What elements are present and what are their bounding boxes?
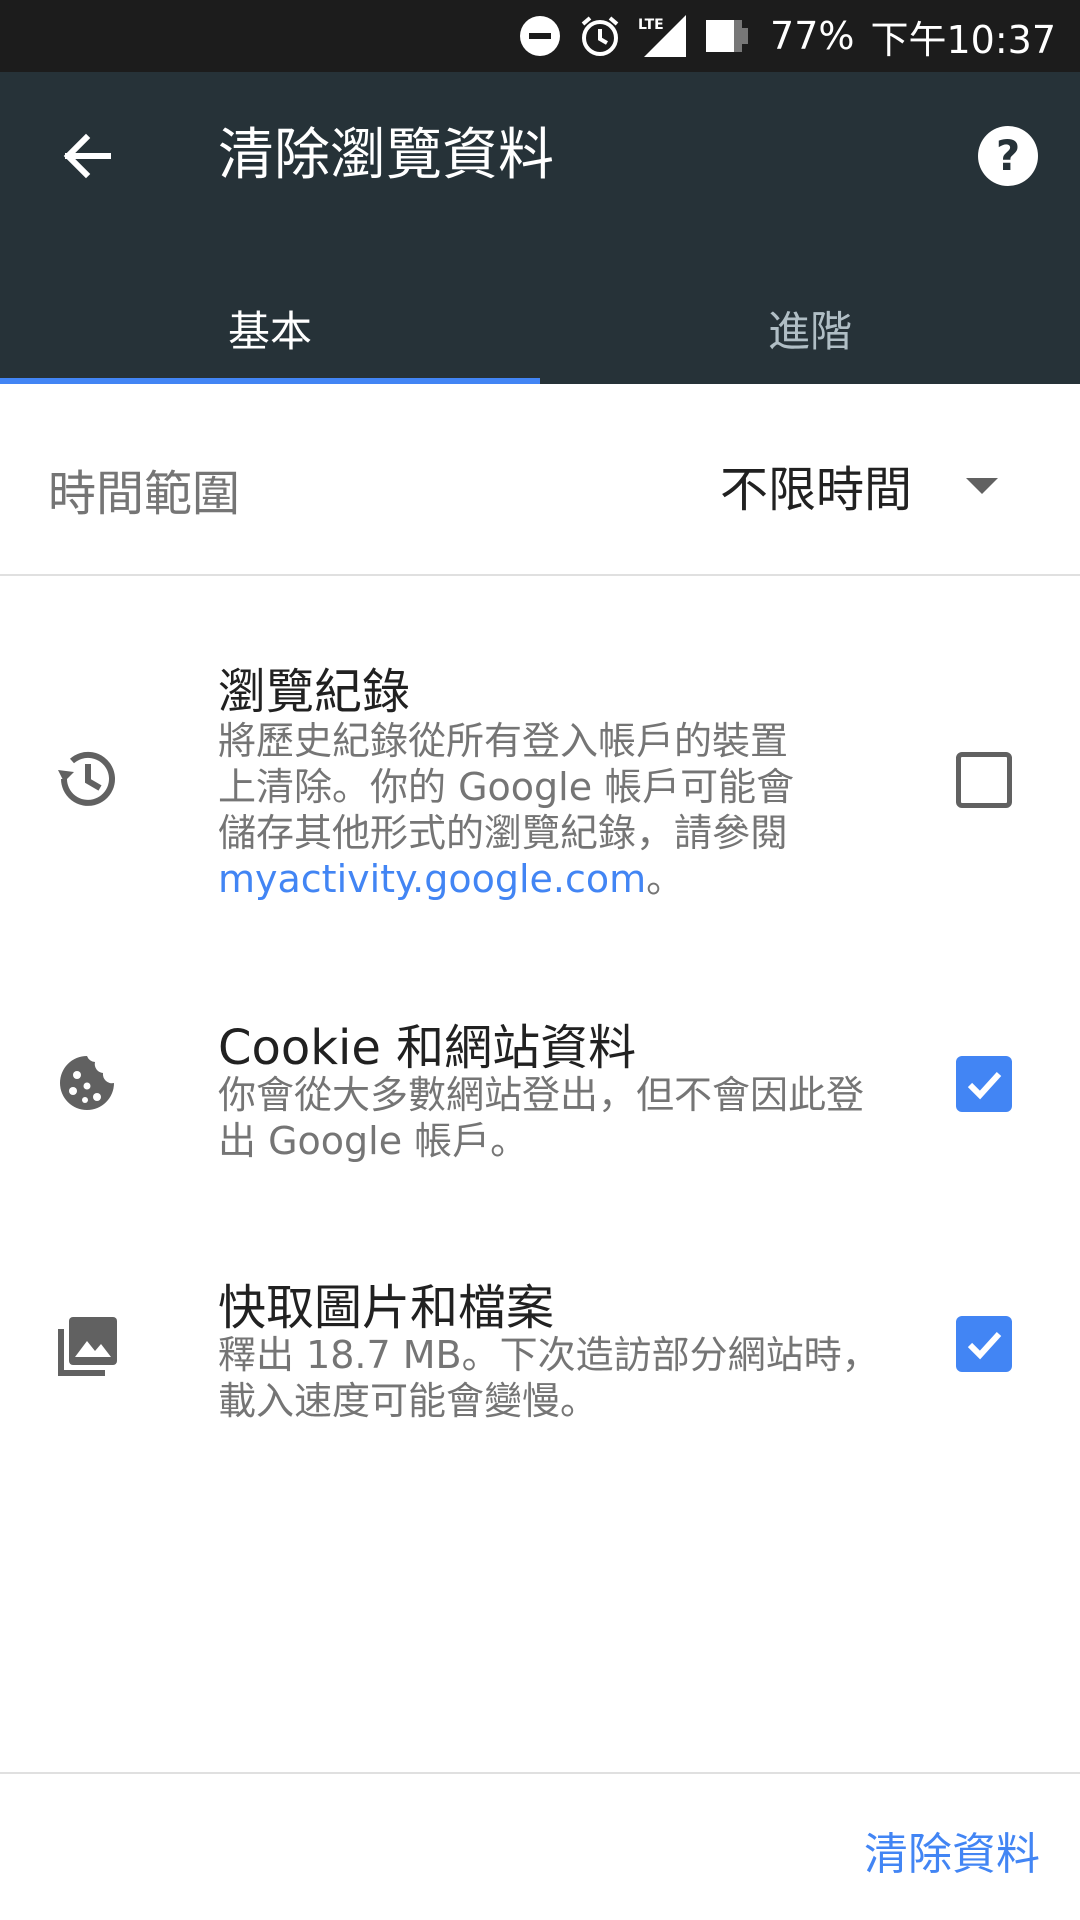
description-line: 載入速度可能會變慢。 [218,1379,599,1423]
tab-basic[interactable]: 基本 [0,272,540,384]
alarm-icon [578,14,622,58]
tab-basic-label: 基本 [227,306,312,356]
battery-icon [704,16,750,56]
clock: 下午10:37 [870,17,1056,62]
battery-percent: 77% [770,14,855,58]
dropdown-arrow-icon[interactable] [966,478,998,494]
option-description: 釋出 18.7 MB。下次造訪部分網站時， 載入速度可能會變慢。 [218,1332,898,1424]
description-line: 釋出 18.7 MB。下次造訪部分網站時， [218,1333,880,1377]
description-line: 你會從大多數網站登出，但不會因此登 [218,1073,865,1117]
arrow-back-icon[interactable] [56,126,116,186]
status-bar: LTE 77% 下午10:37 [0,0,1080,72]
option-description: 你會從大多數網站登出，但不會因此登 出 Google 帳戶。 [218,1072,898,1164]
option-title: 快取圖片和檔案 [218,1280,555,1336]
time-range-row[interactable]: 時間範圍 不限時間 [0,384,1080,576]
lte-signal-icon: LTE [638,13,688,59]
myactivity-link[interactable]: myactivity.google.com [218,857,646,901]
link-suffix: 。 [646,857,685,901]
tab-advanced-label: 進階 [767,306,852,356]
tab-advanced[interactable]: 進階 [540,272,1080,384]
browsing-history-checkbox[interactable] [956,752,1012,808]
help-icon[interactable]: ? [976,124,1040,188]
svg-text:?: ? [996,131,1020,180]
app-bar: 清除瀏覽資料 ? 基本 進階 [0,72,1080,384]
clear-data-button[interactable]: 清除資料 [864,1818,1040,1882]
description-line: 將歷史紀錄從所有登入帳戶的裝置 [218,719,789,763]
tab-bar: 基本 進階 [0,272,1080,384]
do-not-disturb-icon [518,14,562,58]
time-range-select[interactable]: 不限時間 [720,450,912,520]
cached-images-checkbox[interactable] [956,1316,1012,1372]
option-title: Cookie 和網站資料 [218,1020,637,1076]
cookie-icon [52,1048,122,1118]
option-browsing-history[interactable]: 瀏覽紀錄 將歷史紀錄從所有登入帳戶的裝置 上清除。你的 Google 帳戶可能會… [0,640,1080,940]
svg-text:LTE: LTE [638,17,664,33]
divider [0,1772,1080,1774]
option-cached-images[interactable]: 快取圖片和檔案 釋出 18.7 MB。下次造訪部分網站時， 載入速度可能會變慢。 [0,1260,1080,1460]
option-description: 將歷史紀錄從所有登入帳戶的裝置 上清除。你的 Google 帳戶可能會 儲存其他… [218,718,898,902]
description-line: 出 Google 帳戶。 [218,1119,529,1163]
description-line: 儲存其他形式的瀏覽紀錄，請參閱 [218,811,789,855]
description-line: 上清除。你的 Google 帳戶可能會 [218,765,795,809]
page-title: 清除瀏覽資料 [218,123,554,188]
image-icon [52,1312,122,1382]
history-icon [52,744,122,814]
cookies-checkbox[interactable] [956,1056,1012,1112]
time-range-label: 時間範圍 [48,466,241,522]
option-cookies[interactable]: Cookie 和網站資料 你會從大多數網站登出，但不會因此登 出 Google … [0,1000,1080,1200]
option-title: 瀏覽紀錄 [218,664,411,720]
